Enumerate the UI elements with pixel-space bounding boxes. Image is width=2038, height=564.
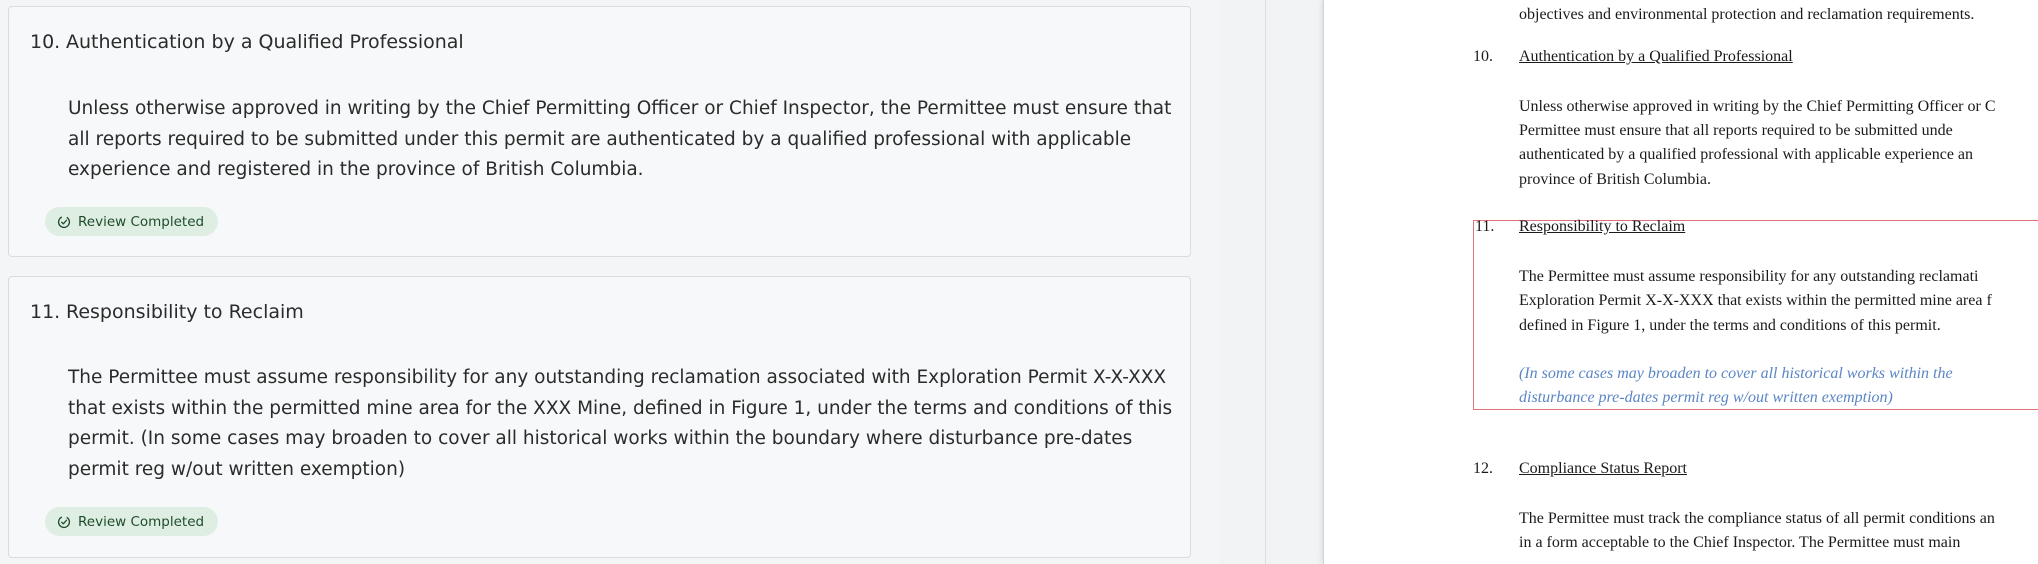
status-badge-label: Review Completed xyxy=(78,213,205,230)
doc-line: Exploration Permit X-X-XXX that exists w… xyxy=(1519,292,1992,309)
condition-title: 11. Responsibility to Reclaim xyxy=(30,301,304,323)
doc-line: authenticated by a qualified professiona… xyxy=(1519,146,1974,163)
doc-section-number: 12. xyxy=(1473,460,1493,477)
doc-section-heading: Compliance Status Report xyxy=(1519,460,1687,477)
status-badge[interactable]: Review Completed xyxy=(45,207,219,236)
doc-section-heading: Responsibility to Reclaim xyxy=(1519,218,1686,235)
check-circle-icon xyxy=(57,215,71,229)
review-panel: 10. Authentication by a Qualified Profess… xyxy=(0,0,1220,564)
doc-section-number: 11. xyxy=(1475,218,1495,235)
doc-section-heading: Authentication by a Qualified Profession… xyxy=(1519,48,1793,65)
condition-body: The Permittee must assume responsibility… xyxy=(68,367,1173,480)
pane-divider[interactable] xyxy=(1265,0,1266,564)
doc-line: province of British Columbia. xyxy=(1519,171,1711,188)
doc-section-number: 10. xyxy=(1473,48,1493,65)
condition-card-11[interactable]: 11. Responsibility to Reclaim The Permitt… xyxy=(8,276,1191,558)
condition-heading: Responsibility to Reclaim xyxy=(66,301,304,323)
document-page: objectives and environmental protection … xyxy=(1323,0,2038,564)
doc-italic-line: (In some cases may broaden to cover all … xyxy=(1519,365,1953,382)
doc-line: The Permittee must assume responsibility… xyxy=(1519,268,1979,285)
condition-title: 10. Authentication by a Qualified Profess… xyxy=(30,31,464,53)
doc-line: Permittee must ensure that all reports r… xyxy=(1519,122,1953,139)
doc-line: in a form acceptable to the Chief Inspec… xyxy=(1519,534,1961,551)
doc-line: defined in Figure 1, under the terms and… xyxy=(1519,317,1941,334)
status-badge-label: Review Completed xyxy=(78,513,205,530)
condition-card-10[interactable]: 10. Authentication by a Qualified Profess… xyxy=(8,6,1191,257)
condition-number: 11. xyxy=(30,301,61,323)
check-circle-icon xyxy=(57,515,71,529)
doc-line: Unless otherwise approved in writing by … xyxy=(1519,98,1996,115)
condition-body: Unless otherwise approved in writing by … xyxy=(68,98,1172,180)
condition-heading: Authentication by a Qualified Profession… xyxy=(66,31,464,53)
doc-line: The Permittee must track the compliance … xyxy=(1519,510,1995,527)
doc-italic-line: disturbance pre-dates permit reg w/out w… xyxy=(1519,389,1893,406)
doc-line: objectives and environmental protection … xyxy=(1519,6,1975,23)
condition-number: 10. xyxy=(30,31,61,53)
status-badge[interactable]: Review Completed xyxy=(45,507,219,536)
